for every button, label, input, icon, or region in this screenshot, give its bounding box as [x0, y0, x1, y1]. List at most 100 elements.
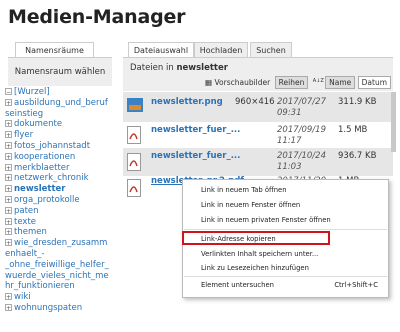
expand-icon[interactable]: + [5, 120, 12, 128]
expand-icon[interactable]: + [5, 141, 12, 150]
file-date: 2017/09/19 11:17 [277, 125, 326, 146]
expand-icon[interactable]: + [5, 98, 12, 107]
file-size: 311.9 KB [338, 97, 377, 107]
expand-icon[interactable]: + [5, 293, 12, 301]
expand-icon[interactable]: + [5, 217, 12, 226]
tree-item-label[interactable]: wiki [14, 292, 31, 302]
file-date: 2017/10/24 11:03 [277, 151, 326, 172]
file-name[interactable]: newsletter_fuer_... [151, 125, 240, 135]
tree-item[interactable]: + fotos_johannstadt [5, 141, 117, 152]
namespace-tree: − [Wurzel] + ausbildung_und_beruf seinstieg +… [5, 87, 117, 314]
tree-item-label[interactable]: paten [14, 206, 39, 216]
file-size: 936.7 KB [338, 151, 377, 161]
expand-icon[interactable]: + [5, 303, 12, 312]
tab-upload[interactable]: Hochladen [194, 42, 248, 58]
menu-item-open-new-window[interactable]: Link in neuem Fenster öffnen [201, 201, 300, 209]
tree-item-label[interactable]: wie_dresden_zusamm [14, 238, 107, 248]
tree-item[interactable]: wuerde_vieles_nicht_me [5, 271, 117, 282]
expand-icon[interactable]: + [5, 152, 12, 161]
file-row[interactable]: newsletter.png 960×416 2017/07/27 09:31 … [123, 92, 393, 122]
file-name[interactable]: newsletter_fuer_... [151, 151, 240, 161]
current-namespace: newsletter [176, 63, 228, 73]
expand-icon[interactable]: + [5, 131, 12, 139]
pdf-icon [127, 153, 141, 171]
tree-item[interactable]: + merkblaetter [5, 163, 117, 174]
scrollbar[interactable] [391, 92, 396, 152]
tree-item[interactable]: + themen [5, 227, 117, 238]
tree-item-label[interactable]: newsletter [14, 184, 66, 194]
file-row[interactable]: newsletter_fuer_... 2017/10/24 11:03 936… [123, 148, 393, 176]
tree-item[interactable]: + paten [5, 206, 117, 217]
tree-item-label[interactable]: flyer [14, 130, 33, 140]
expand-icon[interactable]: + [5, 185, 12, 193]
tree-item[interactable]: + texte [5, 217, 117, 228]
tree-item[interactable]: + newsletter [5, 184, 117, 195]
files-in-label: Dateien in newsletter [130, 63, 228, 73]
file-dimensions: 960×416 [235, 97, 275, 107]
tree-item-label[interactable]: enhaelt_- [5, 249, 44, 259]
tree-item[interactable]: + wiki [5, 292, 117, 303]
tree-item[interactable]: hr_funktionieren [5, 281, 117, 292]
tree-item-label[interactable]: wuerde_vieles_nicht_me [5, 271, 109, 281]
image-icon [127, 98, 143, 112]
thumbnail-icon[interactable]: ▦ [205, 77, 212, 88]
menu-separator [184, 229, 387, 230]
tree-item-label[interactable]: merkblaetter [14, 163, 70, 173]
menu-item-open-new-tab[interactable]: Link in neuem Tab öffnen [201, 186, 287, 194]
view-rows-button[interactable]: Reihen [274, 76, 309, 89]
tree-item-label[interactable]: hr_funktionieren [5, 281, 75, 291]
tree-item[interactable]: − [Wurzel] [5, 87, 117, 98]
tree-item-label[interactable]: wohnungspaten [14, 303, 82, 313]
sort-alpha-icon[interactable]: A↓Z [313, 78, 324, 88]
tree-item-label[interactable]: fotos_johannstadt [14, 141, 90, 151]
sort-name-button[interactable]: Name [325, 76, 356, 89]
menu-item-open-private-window[interactable]: Link in neuem privaten Fenster öffnen [201, 216, 331, 224]
tree-item-label[interactable]: ausbildung_und_beruf [14, 98, 108, 108]
file-name[interactable]: newsletter.png [151, 97, 223, 107]
tree-item-label[interactable]: themen [14, 227, 47, 237]
namespace-header: Namensraum wählen [8, 57, 112, 86]
tab-namespaces[interactable]: Namensräume [15, 42, 94, 58]
tree-item[interactable]: + wohnungspaten [5, 303, 117, 314]
tree-item[interactable]: + orga_protokolle [5, 195, 117, 206]
tree-item-label[interactable]: seinstieg [5, 109, 43, 119]
expand-icon[interactable]: + [5, 174, 12, 182]
pdf-icon [127, 126, 141, 144]
expand-icon[interactable]: + [5, 195, 12, 204]
expand-icon[interactable]: + [5, 239, 12, 247]
tab-file-selection[interactable]: Dateiauswahl [128, 42, 194, 58]
tree-item-label[interactable]: orga_protokolle [14, 195, 80, 205]
tree-item[interactable]: + dokumente [5, 119, 117, 130]
tree-item-label[interactable]: texte [14, 217, 36, 227]
menu-shortcut: Ctrl+Shift+C [334, 281, 378, 289]
tree-item[interactable]: + netzwerk_chronik [5, 173, 117, 184]
tab-search[interactable]: Suchen [250, 42, 292, 58]
tree-item[interactable]: + wie_dresden_zusamm [5, 238, 117, 249]
menu-item-inspect[interactable]: Element untersuchen [201, 281, 274, 289]
view-thumbnails-button[interactable]: Vorschaubilder [214, 77, 272, 88]
menu-separator [184, 276, 387, 277]
tree-item-label[interactable]: netzwerk_chronik [14, 173, 89, 183]
menu-item-save-link-as[interactable]: Verlinkten Inhalt speichern unter... [201, 250, 318, 258]
tree-item[interactable]: seinstieg [5, 109, 117, 120]
tree-item[interactable]: + kooperationen [5, 152, 117, 163]
tree-item[interactable]: + ausbildung_und_beruf [5, 98, 117, 109]
tree-item[interactable]: + flyer [5, 130, 117, 141]
file-date: 2017/07/27 09:31 [277, 97, 326, 118]
tree-item-label[interactable]: dokumente [14, 119, 62, 129]
tree-item[interactable]: enhaelt_- [5, 249, 117, 260]
expand-icon[interactable]: + [5, 206, 12, 215]
expand-icon[interactable]: + [5, 163, 12, 172]
menu-item-bookmark-link[interactable]: Link zu Lesezeichen hinzufügen [201, 264, 309, 272]
tree-item-label[interactable]: _ohne_freiwillige_helfer_ [5, 260, 109, 270]
tree-item-label[interactable]: kooperationen [14, 152, 75, 162]
tree-item[interactable]: _ohne_freiwillige_helfer_ [5, 260, 117, 271]
tree-item-label[interactable]: [Wurzel] [14, 87, 50, 97]
highlight-box [182, 231, 330, 245]
view-options: ▦ Vorschaubilder Reihen A↓Z Name Datum [205, 76, 392, 89]
sort-date-button[interactable]: Datum [357, 76, 392, 89]
collapse-icon[interactable]: − [5, 88, 12, 96]
page-title: Medien-Manager [8, 6, 186, 28]
expand-icon[interactable]: + [5, 228, 12, 236]
pdf-icon [127, 179, 141, 197]
